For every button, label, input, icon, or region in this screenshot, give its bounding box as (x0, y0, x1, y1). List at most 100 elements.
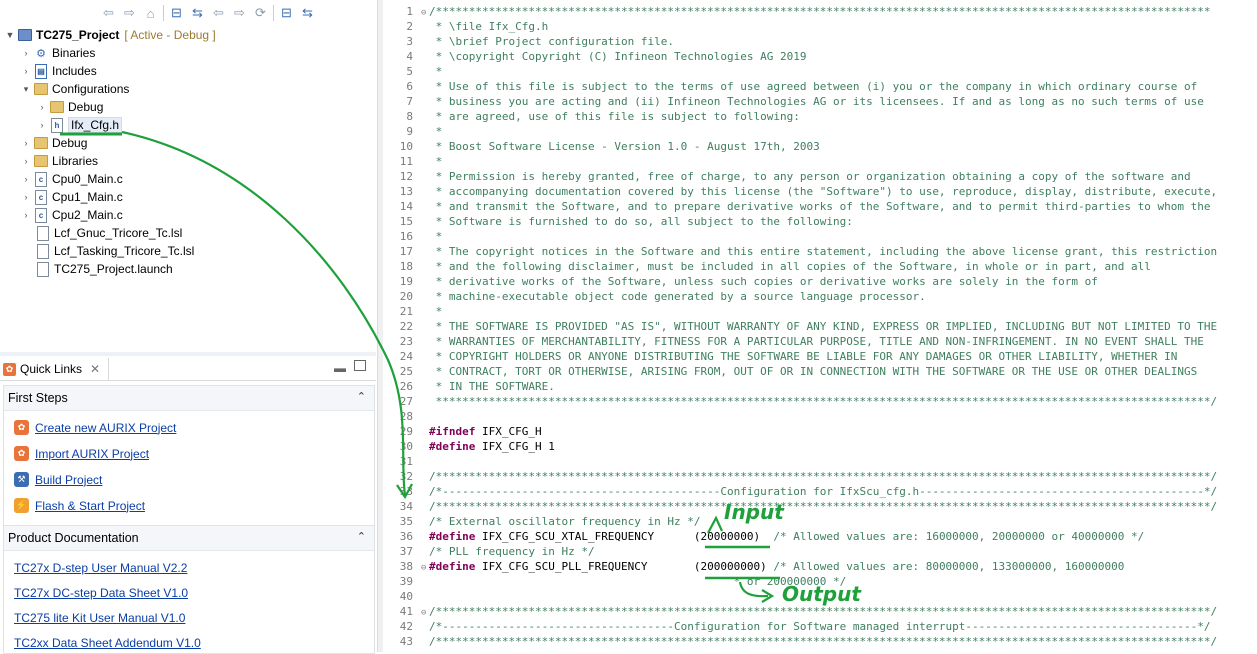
code-line[interactable]: 8 * are agreed, use of this file is subj… (383, 109, 800, 124)
code-line[interactable]: 19 * derivative works of the Software, u… (383, 274, 1098, 289)
doc-link[interactable]: TC2xx Data Sheet Addendum V1.0 (14, 636, 201, 650)
code-line[interactable]: 36 #define IFX_CFG_SCU_XTAL_FREQUENCY (20… (383, 529, 1145, 544)
code-editor[interactable]: 1 ⊖/*************************************… (383, 0, 1257, 652)
code-line[interactable]: 25 * CONTRACT, TORT OR OTHERWISE, ARISIN… (383, 364, 1197, 379)
first-step-item[interactable]: ✿ Create new AURIX Project (14, 420, 176, 435)
tree-item[interactable]: ▾ Configurations (20, 80, 130, 98)
code-line[interactable]: 24 * COPYRIGHT HOLDERS OR ANYONE DISTRIB… (383, 349, 1178, 364)
code-line[interactable]: 3 * \brief Project configuration file. (383, 34, 674, 49)
link-icon[interactable]: ⇆ (299, 5, 316, 22)
code-line[interactable]: 18 * and the following disclaimer, must … (383, 259, 1151, 274)
code-line[interactable]: 6 * Use of this file is subject to the t… (383, 79, 1197, 94)
code-line[interactable]: 28 (383, 409, 429, 424)
code-line[interactable]: 23 * WARRANTIES OF MERCHANTABILITY, FITN… (383, 334, 1204, 349)
chevron-right-icon[interactable]: › (36, 102, 48, 112)
chevron-down-icon[interactable]: ▾ (20, 84, 32, 95)
code-line[interactable]: 29 #ifndef IFX_CFG_H (383, 424, 542, 439)
first-step-link[interactable]: Create new AURIX Project (35, 421, 176, 435)
tree-item[interactable]: › h Ifx_Cfg.h (36, 116, 123, 134)
code-line[interactable]: 4 * \copyright Copyright (C) Infineon Te… (383, 49, 806, 64)
first-step-item[interactable]: ⚒ Build Project (14, 472, 102, 487)
link-editor-icon[interactable]: ⇆ (189, 5, 206, 22)
code-line[interactable]: 42 /*-----------------------------------C… (383, 619, 1211, 634)
chevron-right-icon[interactable]: › (36, 120, 48, 130)
code-line[interactable]: 2 * \file Ifx_Cfg.h (383, 19, 548, 34)
code-line[interactable]: 1 ⊖/*************************************… (383, 4, 1210, 19)
code-line[interactable]: 37 /* PLL frequency in Hz */ (383, 544, 595, 559)
sync-icon[interactable]: ⟳ (252, 5, 269, 22)
code-line[interactable]: 12 * Permission is hereby granted, free … (383, 169, 1191, 184)
collapse-icon[interactable]: ⌃ (357, 390, 366, 403)
code-line[interactable]: 5 * (383, 64, 442, 79)
collapse-all-icon[interactable]: ⊟ (168, 5, 185, 22)
code-line[interactable]: 15 * Software is furnished to do so, all… (383, 214, 853, 229)
back-icon[interactable]: ⇦ (100, 5, 117, 22)
chevron-down-icon[interactable]: ▼ (4, 30, 16, 40)
code-line[interactable]: 22 * THE SOFTWARE IS PROVIDED "AS IS", W… (383, 319, 1217, 334)
code-line[interactable]: 9 * (383, 124, 442, 139)
tree-item[interactable]: › c Cpu2_Main.c (20, 206, 123, 224)
code-line[interactable]: 10 * Boost Software License - Version 1.… (383, 139, 820, 154)
first-steps-title[interactable]: First Steps ⌃ (4, 386, 374, 411)
collapse-icon[interactable]: ⊟ (278, 5, 295, 22)
code-line[interactable]: 20 * machine-executable object code gene… (383, 289, 926, 304)
chevron-right-icon[interactable]: › (20, 174, 32, 184)
code-line[interactable]: 16 * (383, 229, 443, 244)
chevron-right-icon[interactable]: › (20, 210, 32, 220)
tree-item[interactable]: › Debug (36, 98, 104, 116)
code-line[interactable]: 11 * (383, 154, 443, 169)
first-step-link[interactable]: Build Project (35, 473, 102, 487)
code-line[interactable]: 17 * The copyright notices in the Softwa… (383, 244, 1217, 259)
code-line[interactable]: 34 /*************************************… (383, 499, 1217, 514)
code-line[interactable]: 35 /* External oscillator frequency in Hz… (383, 514, 701, 529)
code-line[interactable]: 27 *************************************… (383, 394, 1217, 409)
tree-item[interactable]: › Libraries (20, 152, 99, 170)
nav-back-icon[interactable]: ⇦ (210, 5, 227, 22)
code-line[interactable]: 33 /*------------------------------------… (383, 484, 1217, 499)
first-step-link[interactable]: Flash & Start Project (35, 499, 145, 513)
code-line[interactable]: 31 (383, 454, 429, 469)
tree-item[interactable]: TC275_Project.launch (22, 260, 173, 278)
chevron-right-icon[interactable]: › (20, 138, 32, 148)
project-root[interactable]: ▼ TC275_Project [ Active - Debug ] (4, 26, 216, 44)
code-line[interactable]: 14 * and transmit the Software, and to p… (383, 199, 1211, 214)
tree-item[interactable]: › c Cpu0_Main.c (20, 170, 123, 188)
chevron-right-icon[interactable]: › (20, 48, 32, 58)
code-line[interactable]: 39 * or 200000000 */ (383, 574, 846, 589)
minimize-icon[interactable]: ▬ (334, 361, 346, 375)
code-line[interactable]: 7 * business you are acting and (ii) Inf… (383, 94, 1203, 109)
tree-item[interactable]: › c Cpu1_Main.c (20, 188, 123, 206)
code-line[interactable]: 40 (383, 589, 429, 604)
first-step-link[interactable]: Import AURIX Project (35, 447, 149, 461)
doc-link[interactable]: TC27x DC-step Data Sheet V1.0 (14, 586, 188, 600)
first-step-item[interactable]: ✿ Import AURIX Project (14, 446, 149, 461)
collapse-icon[interactable]: ⌃ (357, 530, 366, 543)
tree-item[interactable]: Lcf_Gnuc_Tricore_Tc.lsl (22, 224, 182, 242)
tree-item[interactable]: › Debug (20, 134, 88, 152)
code-line[interactable]: 32 /*************************************… (383, 469, 1217, 484)
quick-links-tab[interactable]: ✿ Quick Links ✕ (0, 358, 110, 380)
chevron-right-icon[interactable]: › (20, 192, 32, 202)
chevron-right-icon[interactable]: › (20, 156, 32, 166)
doc-link[interactable]: TC275 lite Kit User Manual V1.0 (14, 611, 185, 625)
tree-item[interactable]: › ⚙ Binaries (20, 44, 96, 62)
code-text: * \brief Project configuration file. (429, 35, 675, 48)
code-line[interactable]: 13 * accompanying documentation covered … (383, 184, 1217, 199)
tree-item[interactable]: › ▤ Includes (20, 62, 97, 80)
code-line[interactable]: 21 * (383, 304, 443, 319)
code-line[interactable]: 26 * IN THE SOFTWARE. (383, 379, 555, 394)
home-icon[interactable]: ⌂ (142, 5, 159, 22)
doc-link[interactable]: TC27x D-step User Manual V2.2 (14, 561, 187, 575)
chevron-right-icon[interactable]: › (20, 66, 32, 76)
product-docs-title[interactable]: Product Documentation ⌃ (4, 526, 374, 551)
code-line[interactable]: 43 /*************************************… (383, 634, 1217, 649)
code-line[interactable]: 38 ⊖ #define IFX_CFG_SCU_PLL_FREQUENCY (20… (383, 559, 1125, 574)
tree-item[interactable]: Lcf_Tasking_Tricore_Tc.lsl (22, 242, 194, 260)
first-step-item[interactable]: ⚡ Flash & Start Project (14, 498, 145, 513)
code-line[interactable]: 30 #define IFX_CFG_H 1 (383, 439, 555, 454)
nav-forward-icon[interactable]: ⇨ (231, 5, 248, 22)
code-line[interactable]: 41 ⊖/************************************… (383, 604, 1217, 619)
close-icon[interactable]: ✕ (90, 362, 100, 376)
forward-icon[interactable]: ⇨ (121, 5, 138, 22)
maximize-icon[interactable] (354, 360, 366, 371)
